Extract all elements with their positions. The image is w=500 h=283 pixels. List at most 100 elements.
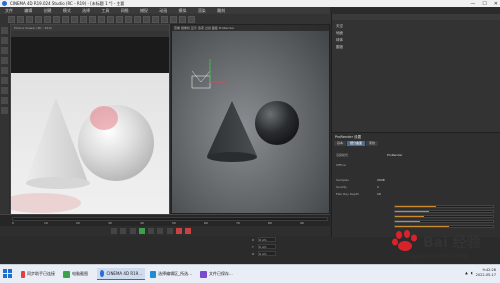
tab-subdivision[interactable]: 细分曲面 [347,141,366,146]
cube-icon[interactable] [125,15,132,23]
object-row-sphere[interactable]: 球体 [336,38,343,43]
tab-basic[interactable]: 基本 [334,141,347,146]
cinema4d-logo-icon [2,1,7,6]
floor-icon[interactable] [170,15,177,23]
render-picture-viewer-icon[interactable] [107,15,114,23]
network-icon[interactable]: ▲ [465,271,468,275]
clock-date: 2022-05-17 [475,273,496,277]
attribute-tabs: 基本 细分曲面 离线 [334,141,379,146]
taskbar-item-screenshot[interactable]: 电脑截图 [60,268,94,280]
attr-slider-2[interactable] [394,210,494,213]
volume-icon[interactable]: ◖ [471,271,473,275]
baidu-jingyan-watermark: Bai 经验 jingyan.baidu.com [383,228,498,262]
x-axis-icon[interactable] [62,15,69,23]
attr-quality-value[interactable]: 1 [377,185,379,190]
autokey-icon[interactable] [185,228,192,234]
go-to-start-icon[interactable] [111,228,117,234]
subdivision-icon[interactable] [143,15,150,23]
select-icon[interactable] [26,15,33,23]
attr-render-mode-label: 渲染模式 [336,153,349,157]
prev-frame-icon[interactable] [129,228,136,234]
light-icon[interactable] [188,15,195,23]
next-frame-icon[interactable] [148,228,155,234]
coord-system-icon[interactable] [89,15,96,23]
attr-slider-3[interactable] [394,215,494,218]
attr-samples-value[interactable]: 2048 [377,178,385,183]
y-axis-icon[interactable] [71,15,78,23]
record-icon[interactable] [175,228,182,234]
points-mode-icon[interactable] [1,57,8,64]
object-row-sky[interactable]: 天空 [336,24,343,29]
camera-icon[interactable] [179,15,186,23]
menu-snap[interactable]: 捕捉 [140,8,148,13]
tab-offline[interactable]: 离线 [366,141,379,146]
taskbar-item-label: 同步助手已连接 [27,271,55,276]
object-row-floor[interactable]: 地面 [336,31,343,36]
menu-file[interactable]: 文件 [5,8,13,13]
object-row-cone[interactable]: 圆锥 [336,45,343,50]
menu-simulate[interactable]: 模拟 [179,8,187,13]
maximize-button[interactable]: ☐ [482,1,486,7]
snap-icon[interactable] [1,97,8,104]
files-app-icon [200,270,207,278]
next-key-icon[interactable] [157,228,164,234]
pen-icon[interactable] [134,15,141,23]
prev-key-icon[interactable] [120,228,127,234]
coord-z-label: Z [252,252,255,256]
watermark-url: jingyan.baidu.com [403,252,468,260]
coord-x-field[interactable]: 0 cm [258,237,276,242]
coord-z-field[interactable]: 0 cm [258,251,276,256]
cinema4d-app-icon [100,270,105,277]
menu-mode[interactable]: 模式 [63,8,71,13]
rotate-icon[interactable] [53,15,60,23]
edges-mode-icon[interactable] [1,67,8,74]
menu-edit[interactable]: 编辑 [24,8,32,13]
taskbar-item-sync[interactable]: 同步助手已连接 [18,268,58,280]
workplane-icon[interactable] [1,47,8,54]
polygons-mode-icon[interactable] [1,77,8,84]
taskbar-item-cinema4d[interactable]: CINEMA 4D R19... [97,268,145,280]
go-to-end-icon[interactable] [166,228,173,234]
array-icon[interactable] [152,15,159,23]
coordinate-manager: X 0 cm Y 0 cm Z 0 cm [250,236,330,266]
attr-slider-4[interactable] [394,220,494,223]
render-settings-icon[interactable] [116,15,123,23]
clock[interactable]: 9:42:28 2022-05-17 [476,268,496,278]
scale-icon[interactable] [44,15,51,23]
close-button[interactable]: ✕ [494,1,498,7]
menu-create[interactable]: 创建 [44,8,52,13]
3d-viewport[interactable]: 查看 摄像机 显示 选项 过滤 面板 ProRender [171,24,330,214]
texture-mode-icon[interactable] [1,37,8,44]
menu-render[interactable]: 渲染 [198,8,206,13]
menu-sculpt[interactable]: 雕刻 [217,8,225,13]
taskbar-item-editor[interactable]: 选择编辑区_所选... [147,268,195,280]
coord-y-field[interactable]: 0 cm [258,244,276,249]
z-axis-icon[interactable] [80,15,87,23]
frame-60: 60 [204,221,208,225]
move-icon[interactable] [35,15,42,23]
menu-select[interactable]: 选择 [82,8,90,13]
object-manager: 天空 地面 球体 圆锥 [331,14,500,132]
timeline-ruler[interactable] [12,217,328,221]
deformer-icon[interactable] [161,15,168,23]
model-mode-icon[interactable] [1,27,8,34]
frame-80: 80 [268,221,272,225]
menu-tools[interactable]: 工具 [101,8,109,13]
axis-mode-icon[interactable] [1,87,8,94]
taskbar-item-files[interactable]: 文件已保存... [197,268,239,280]
undo-icon[interactable] [8,15,15,23]
attr-quality-label: Quality [336,185,347,189]
windows-start-icon[interactable] [3,269,13,279]
redo-icon[interactable] [17,15,24,23]
menu-animate[interactable]: 动画 [159,8,167,13]
menu-mesh[interactable]: 网格 [121,8,129,13]
render-view-icon[interactable] [98,15,105,23]
attr-render-mode-value[interactable]: ProRender [387,153,402,158]
play-icon[interactable] [138,228,145,234]
system-tray: ▲ ◖ 9:42:28 2022-05-17 [465,268,496,278]
render-preview-image [11,98,154,213]
lock-workplane-icon[interactable] [1,107,8,114]
minimize-button[interactable]: — [470,1,475,7]
attr-max-ray-depth-value[interactable]: 10 [377,192,381,197]
attr-slider-1[interactable] [394,205,494,208]
